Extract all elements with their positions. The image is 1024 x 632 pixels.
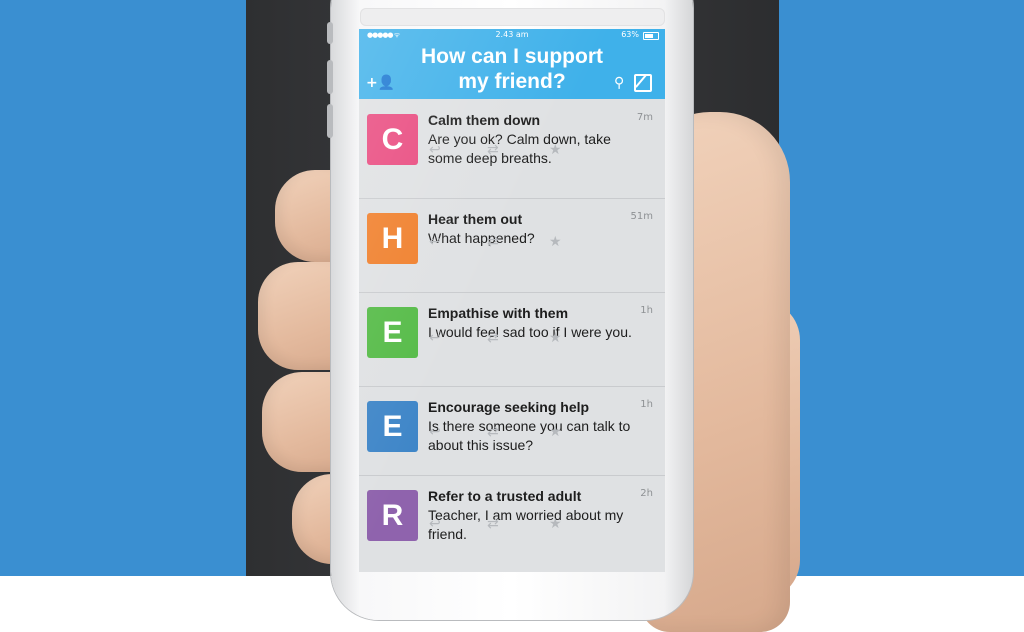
retweet-icon[interactable]: ⇄ bbox=[487, 330, 499, 346]
star-icon[interactable]: ★ bbox=[549, 516, 562, 532]
search-icon[interactable]: ⚲ bbox=[614, 75, 624, 91]
title-line-2: my friend? bbox=[458, 70, 566, 93]
page-title: How can I support my friend? bbox=[389, 44, 635, 94]
message-time: 1h bbox=[640, 305, 653, 316]
letter-avatar: E bbox=[367, 401, 418, 452]
reply-icon[interactable]: ↩ bbox=[429, 516, 441, 532]
message-time: 2h bbox=[640, 488, 653, 499]
volume-down-button bbox=[327, 104, 333, 138]
letter-avatar: H bbox=[367, 213, 418, 264]
message-actions: ↩ ⇄ ★ bbox=[429, 516, 609, 532]
message-title: Hear them out bbox=[428, 211, 523, 227]
mute-switch bbox=[327, 22, 333, 44]
reply-icon[interactable]: ↩ bbox=[429, 424, 441, 440]
message-actions: ↩ ⇄ ★ bbox=[429, 424, 609, 440]
letter-avatar: E bbox=[367, 307, 418, 358]
message-actions: ↩ ⇄ ★ bbox=[429, 142, 609, 158]
message-time: 1h bbox=[640, 399, 653, 410]
message-title: Refer to a trusted adult bbox=[428, 488, 582, 504]
title-line-1: How can I support bbox=[420, 45, 603, 68]
battery-icon bbox=[643, 32, 659, 40]
star-icon[interactable]: ★ bbox=[549, 424, 562, 440]
retweet-icon[interactable]: ⇄ bbox=[487, 234, 499, 250]
star-icon[interactable]: ★ bbox=[549, 234, 562, 250]
add-user-icon[interactable]: +👤 bbox=[366, 75, 395, 91]
retweet-icon[interactable]: ⇄ bbox=[487, 516, 499, 532]
compose-icon[interactable] bbox=[634, 74, 652, 92]
message-time: 51m bbox=[630, 211, 653, 222]
message-time: 7m bbox=[636, 112, 653, 123]
volume-up-button bbox=[327, 60, 333, 94]
star-icon[interactable]: ★ bbox=[549, 142, 562, 158]
reply-icon[interactable]: ↩ bbox=[429, 330, 441, 346]
status-time: 2.43 am bbox=[495, 30, 529, 39]
message-title: Calm them down bbox=[428, 112, 541, 128]
app-header: ●●●●● ᯤ 2.43 am 63% How can I support my… bbox=[359, 29, 665, 99]
retweet-icon[interactable]: ⇄ bbox=[487, 424, 499, 440]
message-actions: ↩ ⇄ ★ bbox=[429, 330, 609, 346]
reply-icon[interactable]: ↩ bbox=[429, 234, 441, 250]
phone-top-bezel bbox=[360, 8, 665, 26]
star-icon[interactable]: ★ bbox=[549, 330, 562, 346]
reply-icon[interactable]: ↩ bbox=[429, 142, 441, 158]
status-bar: ●●●●● ᯤ 2.43 am 63% bbox=[359, 29, 665, 42]
message-title: Encourage seeking help bbox=[428, 399, 590, 415]
phone-screen: ●●●●● ᯤ 2.43 am 63% How can I support my… bbox=[359, 29, 665, 572]
letter-avatar: C bbox=[367, 114, 418, 165]
retweet-icon[interactable]: ⇄ bbox=[487, 142, 499, 158]
battery-percent: 63% bbox=[621, 30, 639, 39]
letter-avatar: R bbox=[367, 490, 418, 541]
message-title: Empathise with them bbox=[428, 305, 569, 321]
message-actions: ↩ ⇄ ★ bbox=[429, 234, 609, 250]
